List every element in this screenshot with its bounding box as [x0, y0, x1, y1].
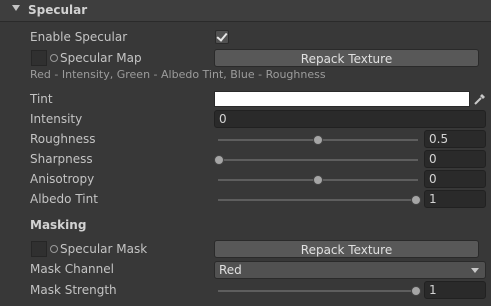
chevron-down-icon — [471, 268, 479, 273]
roughness-field[interactable]: 0.5 — [424, 130, 486, 148]
section-title: Specular — [28, 3, 88, 17]
mask-strength-field[interactable]: 1 — [424, 281, 486, 299]
albedo-tint-label: Albedo Tint — [30, 192, 98, 206]
repack-texture-mask-button[interactable]: Repack Texture — [214, 240, 479, 258]
object-picker-icon[interactable] — [50, 245, 58, 253]
anisotropy-label: Anisotropy — [30, 172, 95, 186]
mask-strength-slider-knob[interactable] — [411, 286, 421, 296]
masking-heading: Masking — [30, 218, 87, 232]
checkmark-icon — [216, 30, 228, 42]
enable-specular-label: Enable Specular — [30, 30, 128, 44]
albedo-tint-slider-track[interactable] — [218, 199, 418, 201]
intensity-label: Intensity — [30, 112, 83, 126]
foldout-arrow-icon[interactable] — [12, 5, 20, 11]
tint-label: Tint — [30, 92, 53, 106]
enable-specular-checkbox[interactable] — [215, 30, 229, 44]
specular-map-texture-slot[interactable] — [31, 50, 47, 66]
eyedropper-icon[interactable] — [472, 91, 488, 107]
sharpness-field[interactable]: 0 — [424, 150, 486, 168]
roughness-slider-knob[interactable] — [313, 135, 323, 145]
intensity-field[interactable]: 0 — [214, 110, 486, 128]
sharpness-slider-knob[interactable] — [214, 155, 224, 165]
mask-strength-slider-track[interactable] — [218, 290, 418, 292]
section-header-specular[interactable]: Specular — [0, 0, 491, 22]
tint-color-field[interactable] — [214, 91, 470, 107]
specular-map-label: Specular Map — [60, 51, 142, 65]
sharpness-label: Sharpness — [30, 152, 93, 166]
mask-channel-value: Red — [219, 263, 242, 277]
anisotropy-field[interactable]: 0 — [424, 170, 486, 188]
sharpness-slider-track[interactable] — [218, 159, 418, 161]
specular-mask-texture-slot[interactable] — [31, 241, 47, 257]
object-picker-icon[interactable] — [50, 54, 58, 62]
mask-channel-dropdown[interactable]: Red — [214, 261, 486, 279]
repack-texture-button[interactable]: Repack Texture — [214, 49, 479, 67]
specular-mask-label: Specular Mask — [60, 242, 148, 256]
mask-channel-label: Mask Channel — [30, 262, 114, 276]
roughness-label: Roughness — [30, 132, 96, 146]
mask-strength-label: Mask Strength — [30, 283, 117, 297]
specular-map-help-text: Red - Intensity, Green - Albedo Tint, Bl… — [30, 68, 326, 81]
anisotropy-slider-knob[interactable] — [313, 175, 323, 185]
albedo-tint-field[interactable]: 1 — [424, 190, 486, 208]
albedo-tint-slider-knob[interactable] — [411, 195, 421, 205]
